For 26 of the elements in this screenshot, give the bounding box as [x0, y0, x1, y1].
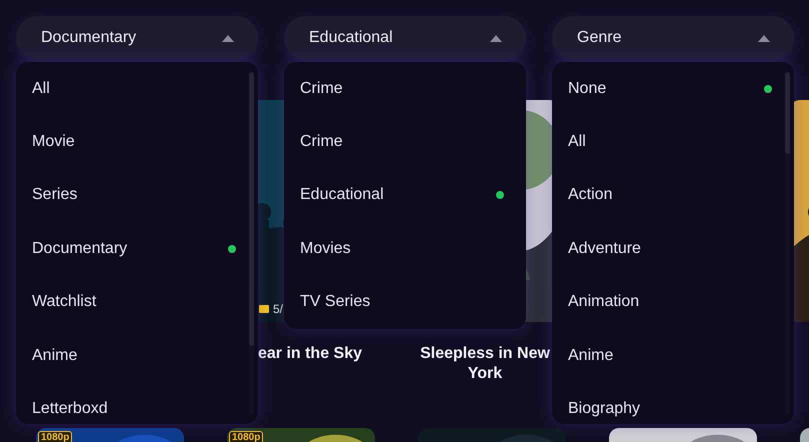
menu-option[interactable]: All	[16, 62, 258, 116]
rating-text: 5/	[273, 302, 284, 316]
dropdown-button[interactable]: Documentary	[16, 16, 258, 60]
menu-option[interactable]: Action	[552, 168, 794, 222]
menu-option[interactable]: Movies	[284, 222, 526, 276]
menu-option[interactable]: Crime	[284, 115, 526, 169]
menu-option[interactable]: Crime	[284, 62, 526, 116]
menu-option[interactable]: Educational	[284, 168, 526, 222]
menu-option[interactable]: Anime	[552, 328, 794, 382]
dropdown-button[interactable]: Educational	[284, 16, 526, 60]
menu-option[interactable]: Documentary	[16, 222, 258, 276]
menu-option[interactable]: Anime	[16, 328, 258, 382]
menu-option[interactable]: Adventure	[552, 222, 794, 276]
menu-option[interactable]: Watchlist	[16, 276, 258, 329]
menu-option[interactable]: TV Series	[284, 276, 526, 329]
menu-option[interactable]: All	[552, 115, 794, 169]
menu-option[interactable]: Movie	[16, 115, 258, 169]
movie-title[interactable]: Sleepless in New York	[415, 344, 555, 384]
menu-option[interactable]: Biography	[552, 382, 794, 424]
quality-badge: 1080p	[38, 431, 72, 442]
quality-badge: 1080p	[229, 431, 264, 442]
menu-option[interactable]: Letterboxd	[16, 382, 258, 424]
menu-option[interactable]: Series	[16, 168, 258, 222]
menu-option[interactable]: Animation	[552, 276, 794, 329]
menu-option[interactable]: None	[552, 62, 794, 116]
dropdown-button[interactable]: Genre	[552, 16, 794, 60]
